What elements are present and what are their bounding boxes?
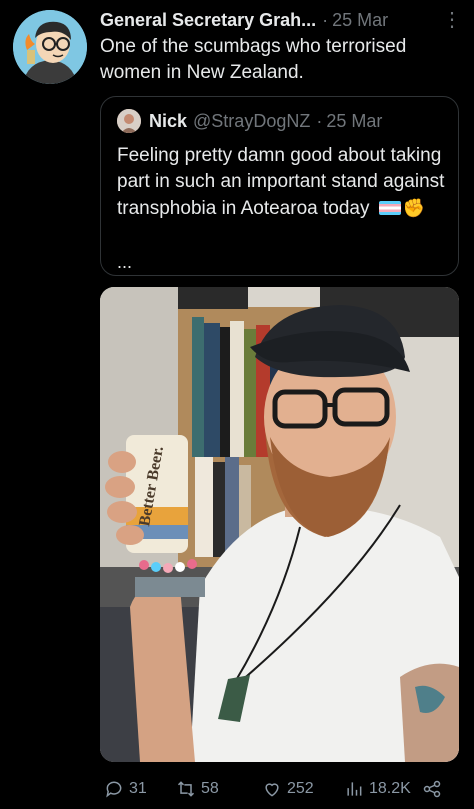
views-icon [347, 782, 362, 796]
like-button[interactable]: 252 [262, 779, 314, 799]
like-icon [265, 783, 279, 797]
quoted-post[interactable]: Nick @StrayDogNZ · 25 Mar Feeling pretty… [100, 96, 459, 276]
quote-date[interactable]: 25 Mar [326, 111, 382, 132]
quote-author-name[interactable]: Nick [149, 111, 187, 132]
header-separator: · [322, 9, 329, 30]
quote-ellipsis: ... [117, 252, 133, 272]
share-icon [423, 780, 441, 798]
transgender-flag-icon [378, 201, 401, 215]
post-text: One of the scumbags who terrorised women… [100, 36, 407, 83]
author-avatar[interactable] [13, 10, 87, 84]
views-count: 18.2K [369, 780, 411, 797]
post-photo[interactable]: Better Beer. [100, 287, 459, 762]
reply-button[interactable]: 31 [104, 779, 147, 799]
quote-separator: · [316, 110, 323, 131]
quote-author-handle[interactable]: @StrayDogNZ [193, 111, 310, 132]
repost-button[interactable]: 58 [176, 779, 219, 799]
action-bar: 31 58 252 18.2K [100, 776, 460, 802]
views-button[interactable]: 18.2K [344, 779, 411, 799]
author-name[interactable]: General Secretary Grah... [100, 10, 316, 31]
share-button[interactable] [422, 779, 442, 799]
raised-fist-icon: ✊ [402, 198, 426, 218]
post-header: General Secretary Grah... · 25 Mar ⋮ [100, 9, 462, 31]
reply-icon [106, 781, 122, 798]
repost-icon [177, 781, 195, 797]
quote-text-block: Feeling pretty damn good about taking pa… [117, 143, 447, 222]
repost-count: 58 [201, 780, 219, 797]
quote-header: Nick @StrayDogNZ · 25 Mar [117, 109, 382, 133]
quote-avatar[interactable] [117, 109, 141, 133]
post-date[interactable]: 25 Mar [332, 10, 388, 31]
like-count: 252 [287, 780, 314, 797]
more-icon[interactable]: ⋮ [442, 10, 462, 30]
reply-count: 31 [129, 780, 147, 797]
